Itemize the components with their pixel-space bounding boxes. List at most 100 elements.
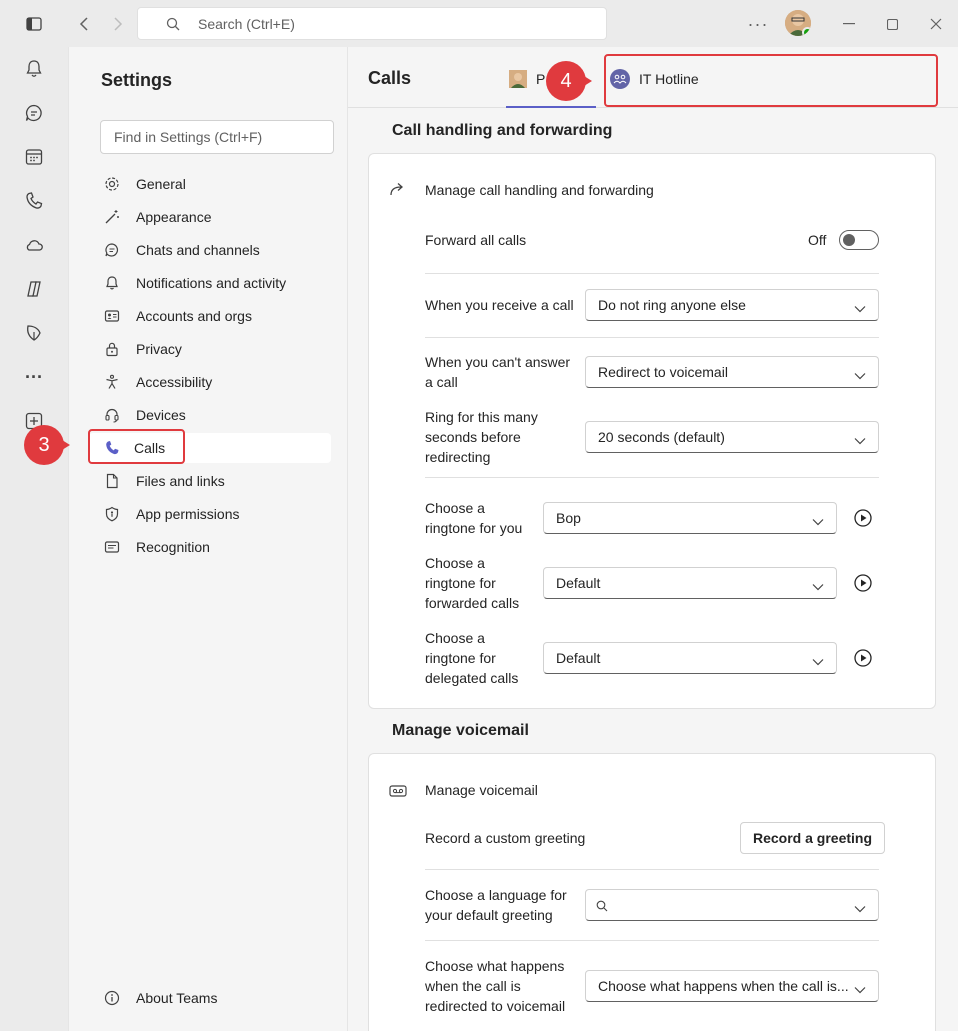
manage-voicemail-label: Manage voicemail <box>425 782 538 798</box>
step-4-badge: 4 <box>546 61 592 101</box>
custom-greeting-label: Record a custom greeting <box>425 830 586 846</box>
avatar <box>509 70 527 88</box>
language-dropdown[interactable] <box>585 889 879 921</box>
nav-label: Notifications and activity <box>136 275 287 291</box>
tab-label: P <box>536 71 546 87</box>
search-input[interactable]: Search (Ctrl+E) <box>137 7 607 40</box>
voicemail-redirect-label: Choose what happens when the call is red… <box>425 956 565 1016</box>
label-line: When you can't answer <box>425 354 571 370</box>
settings-nav-accessibility[interactable]: Accessibility <box>91 367 331 397</box>
nav-label: Accounts and orgs <box>136 308 252 324</box>
page-title: Calls <box>368 68 412 88</box>
play-icon[interactable] <box>853 573 873 593</box>
label-line: ringtone for <box>425 650 496 666</box>
settings-nav-appearance[interactable]: Appearance <box>91 202 331 232</box>
viva-icon[interactable] <box>22 321 46 345</box>
label-line: redirected to voicemail <box>425 998 566 1014</box>
divider <box>425 337 879 338</box>
divider <box>425 273 879 274</box>
chat-icon[interactable] <box>22 101 46 125</box>
nav-label: Chats and channels <box>136 242 260 258</box>
ringtone-you-dropdown[interactable]: Bop <box>543 502 837 534</box>
shield-icon <box>103 505 121 523</box>
settings-nav-privacy[interactable]: Privacy <box>91 334 331 364</box>
chevron-down-icon <box>812 513 824 529</box>
settings-nav-app-permissions[interactable]: App permissions <box>91 499 331 529</box>
dropdown-value: Redirect to voicemail <box>598 364 728 380</box>
cant-answer-dropdown[interactable]: Redirect to voicemail <box>585 356 879 388</box>
avatar[interactable] <box>785 10 811 36</box>
label-line: when the call is <box>425 978 521 994</box>
settings-nav-general[interactable]: General <box>91 169 331 199</box>
settings-nav-chats[interactable]: Chats and channels <box>91 235 331 265</box>
settings-nav-devices[interactable]: Devices <box>91 400 331 430</box>
nav-label: General <box>136 176 186 192</box>
settings-nav-files[interactable]: Files and links <box>91 466 331 496</box>
ringtone-forwarded-dropdown[interactable]: Default <box>543 567 837 599</box>
chevron-down-icon <box>854 900 866 916</box>
settings-search-input[interactable]: Find in Settings (Ctrl+F) <box>100 120 334 154</box>
gear-icon <box>103 175 121 193</box>
search-placeholder: Search (Ctrl+E) <box>198 16 295 32</box>
ring-seconds-dropdown[interactable]: 20 seconds (default) <box>585 421 879 453</box>
chevron-down-icon <box>812 578 824 594</box>
label-line: redirecting <box>425 449 491 465</box>
ringtone-forwarded-label: Choose a ringtone for forwarded calls <box>425 553 519 613</box>
settings-nav-accounts[interactable]: Accounts and orgs <box>91 301 331 331</box>
back-icon[interactable] <box>72 12 96 36</box>
forward-arrow-icon <box>389 182 407 199</box>
dropdown-value: 20 seconds (default) <box>598 429 725 445</box>
settings-nav-notifications[interactable]: Notifications and activity <box>91 268 331 298</box>
it-hotline-highlight-box <box>604 54 938 107</box>
forward-icon[interactable] <box>106 12 130 36</box>
onedrive-icon[interactable] <box>22 233 46 257</box>
label-line: a call <box>425 374 458 390</box>
calendar-icon[interactable] <box>22 145 46 169</box>
phone-icon[interactable] <box>22 189 46 213</box>
wand-icon <box>103 208 121 226</box>
label-line: your default greeting <box>425 907 553 923</box>
sidebar-toggle-icon[interactable] <box>22 12 46 36</box>
headset-icon <box>103 406 121 424</box>
more-options-icon[interactable]: ··· <box>746 12 770 36</box>
ringtone-delegated-label: Choose a ringtone for delegated calls <box>425 628 518 688</box>
bell-icon[interactable] <box>22 57 46 81</box>
copilot-icon[interactable] <box>22 277 46 301</box>
record-greeting-button[interactable]: Record a greeting <box>740 822 886 854</box>
chevron-down-icon <box>854 981 866 997</box>
label-line: ringtone for <box>425 575 496 591</box>
file-icon <box>103 472 121 490</box>
forward-all-toggle[interactable] <box>839 230 879 250</box>
close-icon[interactable] <box>924 12 948 36</box>
about-label: About Teams <box>136 990 218 1006</box>
receive-call-dropdown[interactable]: Do not ring anyone else <box>585 289 879 321</box>
divider <box>425 940 879 941</box>
cant-answer-label: When you can't answer a call <box>425 352 570 392</box>
minimize-icon[interactable] <box>837 12 861 36</box>
about-teams-link[interactable]: About Teams <box>103 989 217 1007</box>
dropdown-value: Choose what happens when the call is... <box>598 978 849 994</box>
voicemail-redirect-dropdown[interactable]: Choose what happens when the call is... <box>585 970 879 1002</box>
more-apps-icon[interactable]: ··· <box>22 365 46 389</box>
label-line: forwarded calls <box>425 595 520 611</box>
nav-label: Recognition <box>136 539 210 555</box>
nav-label: Files and links <box>136 473 225 489</box>
nav-label: Privacy <box>136 341 182 357</box>
chevron-down-icon <box>854 367 866 383</box>
label-line: seconds before <box>425 429 521 445</box>
ringtone-delegated-dropdown[interactable]: Default <box>543 642 837 674</box>
settings-nav-recognition[interactable]: Recognition <box>91 532 331 562</box>
play-icon[interactable] <box>853 648 873 668</box>
accessibility-icon <box>103 373 121 391</box>
maximize-icon[interactable] <box>880 12 904 36</box>
label-line: Choose a <box>425 555 485 571</box>
bell-icon <box>103 274 121 292</box>
label-line: Choose what happens <box>425 958 565 974</box>
title-bar: Search (Ctrl+E) ··· <box>0 0 958 47</box>
section-title-voicemail: Manage voicemail <box>392 722 529 739</box>
chevron-down-icon <box>812 653 824 669</box>
play-icon[interactable] <box>853 508 873 528</box>
toggle-state-label: Off <box>808 232 827 248</box>
label-line: Choose a <box>425 500 485 516</box>
step-number: 4 <box>546 61 586 101</box>
